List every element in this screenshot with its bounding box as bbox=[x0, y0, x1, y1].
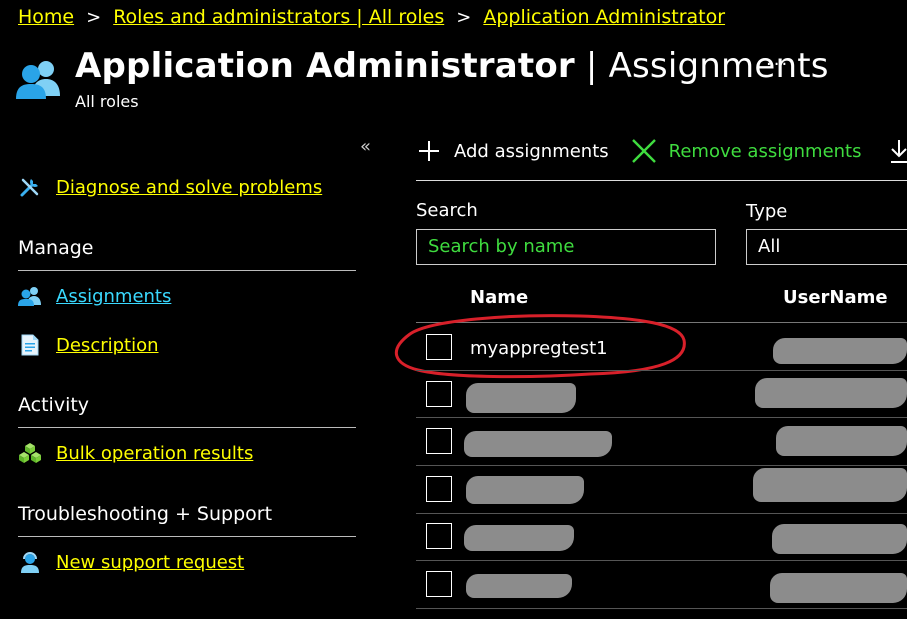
users-icon bbox=[16, 58, 62, 100]
page-title-section: Assignments bbox=[608, 46, 829, 86]
row-checkbox[interactable] bbox=[426, 476, 452, 502]
divider bbox=[18, 536, 356, 537]
search-label: Search bbox=[416, 200, 478, 221]
column-header-name[interactable]: Name bbox=[470, 287, 528, 308]
section-activity: Activity bbox=[18, 394, 90, 416]
document-icon bbox=[18, 334, 42, 356]
cubes-icon bbox=[18, 442, 42, 464]
sidebar-item-label[interactable]: Assignments bbox=[56, 286, 171, 307]
redacted-username bbox=[772, 524, 907, 554]
download-button[interactable] bbox=[886, 138, 907, 164]
redacted-username bbox=[755, 378, 907, 408]
page-title: Application Administrator | Assignments bbox=[75, 46, 829, 86]
remove-assignments-label: Remove assignments bbox=[668, 140, 862, 162]
redacted-name bbox=[464, 525, 574, 551]
sidebar-item-label[interactable]: Diagnose and solve problems bbox=[56, 177, 322, 198]
divider bbox=[18, 270, 356, 271]
type-dropdown[interactable]: All bbox=[746, 229, 907, 265]
redacted-name bbox=[466, 476, 584, 504]
row-divider bbox=[416, 608, 907, 609]
page-title-main: Application Administrator bbox=[75, 46, 575, 86]
row-checkbox[interactable] bbox=[426, 428, 452, 454]
search-input[interactable]: Search by name bbox=[416, 229, 716, 265]
breadcrumb-separator: > bbox=[456, 6, 472, 28]
row-divider bbox=[416, 417, 907, 418]
redacted-name bbox=[464, 431, 612, 457]
breadcrumb-separator: > bbox=[86, 6, 102, 28]
row-checkbox[interactable] bbox=[426, 523, 452, 549]
page-subtitle: All roles bbox=[75, 92, 139, 111]
sidebar-item-description[interactable]: Description bbox=[18, 334, 159, 356]
users-icon bbox=[18, 285, 42, 307]
breadcrumb-app-admin[interactable]: Application Administrator bbox=[483, 6, 725, 28]
sidebar-item-diagnose[interactable]: Diagnose and solve problems bbox=[18, 176, 322, 198]
sidebar-item-bulk-operations[interactable]: Bulk operation results bbox=[18, 442, 253, 464]
download-icon bbox=[886, 138, 907, 164]
add-assignments-label: Add assignments bbox=[454, 140, 609, 162]
row-divider bbox=[416, 513, 907, 514]
redacted-name bbox=[466, 383, 576, 413]
page-title-separator: | bbox=[574, 46, 609, 86]
divider bbox=[18, 427, 356, 428]
sidebar-item-label[interactable]: Description bbox=[56, 335, 159, 356]
sidebar-item-assignments[interactable]: Assignments bbox=[18, 285, 171, 307]
column-header-username[interactable]: UserName bbox=[783, 287, 888, 308]
wrench-icon bbox=[18, 176, 42, 198]
section-manage: Manage bbox=[18, 237, 94, 259]
redacted-username bbox=[776, 426, 907, 456]
row-divider bbox=[416, 560, 907, 561]
breadcrumb-home[interactable]: Home bbox=[18, 6, 74, 28]
sidebar-item-label[interactable]: Bulk operation results bbox=[56, 443, 253, 464]
redacted-username bbox=[773, 338, 907, 364]
row-divider bbox=[416, 370, 907, 371]
more-options-button[interactable]: ··· bbox=[766, 54, 789, 75]
breadcrumb-roles[interactable]: Roles and administrators | All roles bbox=[113, 6, 444, 28]
redacted-username bbox=[770, 573, 907, 603]
toolbar-divider bbox=[416, 180, 907, 181]
remove-assignments-button[interactable]: Remove assignments bbox=[631, 138, 862, 164]
row-checkbox[interactable] bbox=[426, 571, 452, 597]
redacted-username bbox=[753, 468, 907, 502]
type-label: Type bbox=[746, 201, 788, 222]
collapse-sidebar-button[interactable]: « bbox=[360, 136, 371, 157]
redacted-name bbox=[466, 574, 572, 598]
section-troubleshooting: Troubleshooting + Support bbox=[18, 503, 273, 525]
add-assignments-button[interactable]: Add assignments bbox=[416, 138, 609, 164]
row-checkbox[interactable] bbox=[426, 381, 452, 407]
sidebar-item-label[interactable]: New support request bbox=[56, 552, 244, 573]
breadcrumb: Home > Roles and administrators | All ro… bbox=[18, 6, 725, 28]
close-icon bbox=[631, 138, 657, 164]
row-divider bbox=[416, 465, 907, 466]
command-bar: Add assignments Remove assignments bbox=[416, 138, 907, 164]
sidebar-item-support[interactable]: New support request bbox=[18, 551, 244, 573]
support-person-icon bbox=[18, 551, 42, 573]
plus-icon bbox=[416, 138, 442, 164]
